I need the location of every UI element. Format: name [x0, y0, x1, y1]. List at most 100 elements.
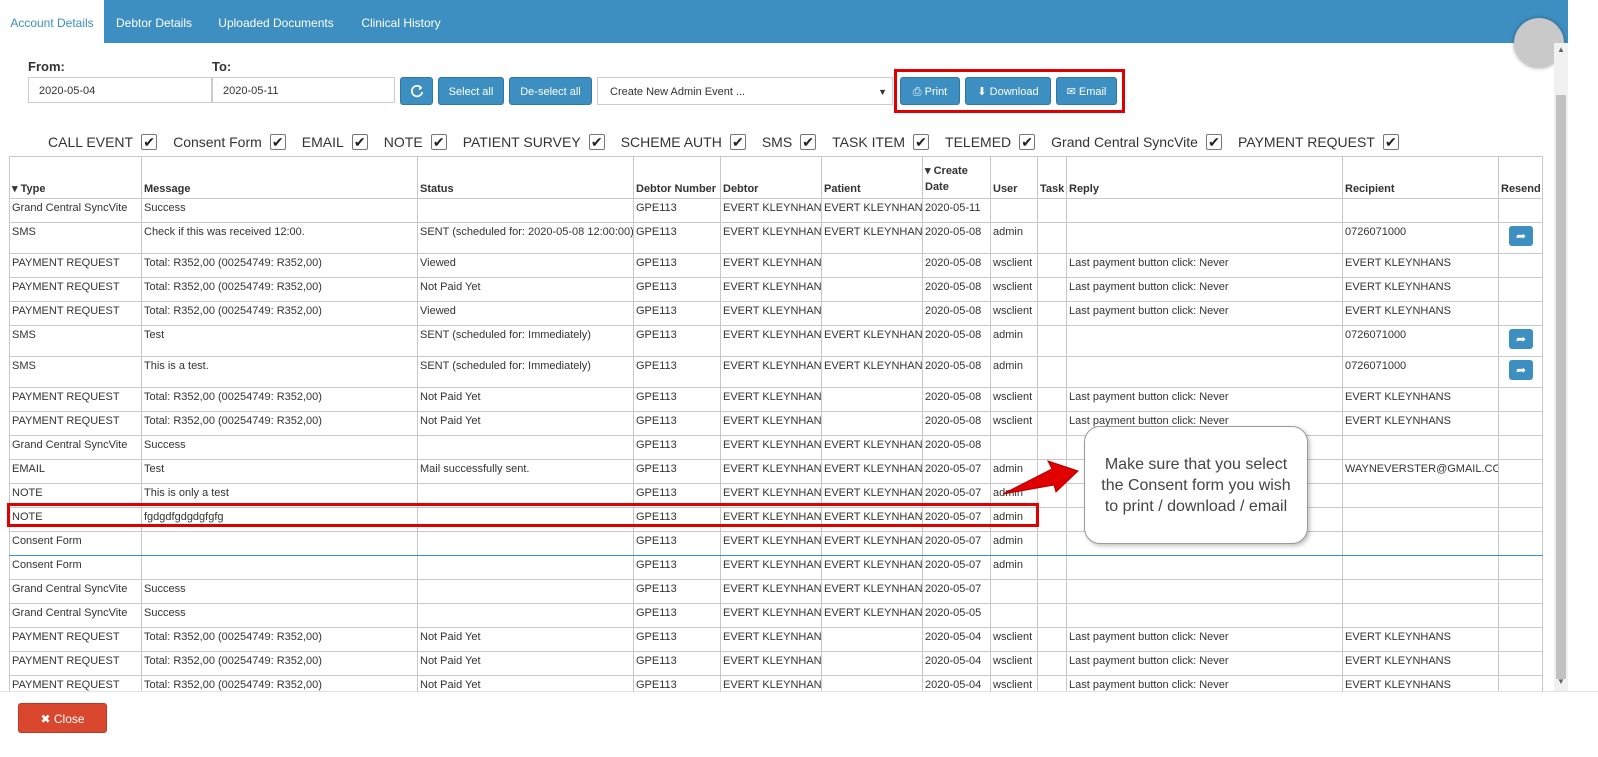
cell-status: Viewed [417, 301, 634, 326]
cell-debtor: EVERT KLEYNHANS [720, 277, 822, 302]
col-header-task[interactable]: Task [1037, 156, 1067, 199]
cell-type: NOTE [9, 483, 142, 508]
filter-checkbox[interactable]: ✔ [1019, 134, 1036, 150]
tab-bar: Account Details Debtor Details Uploaded … [0, 0, 1568, 43]
filter-checkbox[interactable]: ✔ [1205, 134, 1222, 150]
share-icon[interactable]: ➦ [1509, 329, 1533, 349]
tab-account-details[interactable]: Account Details [0, 0, 104, 43]
table-row[interactable]: Consent Form GPE113 EVERT KLEYNHANS EVERT K… [9, 555, 1543, 580]
deselect-all-button[interactable]: De-select all [509, 77, 592, 105]
table-row[interactable]: PAYMENT REQUESTTotal: R352,00 (00254749:… [9, 651, 1543, 676]
col-header-user[interactable]: User [990, 156, 1038, 199]
select-all-button[interactable]: Select all [438, 77, 504, 105]
table-row[interactable]: EMAIL Test Mail successfully sent. GPE113 EV… [9, 459, 1543, 484]
cell-patient: EVERT KLEYNHANS [821, 507, 923, 532]
filter-checkbox[interactable]: ✔ [351, 134, 368, 150]
refresh-button[interactable] [400, 77, 433, 105]
tab-clinical-history[interactable]: Clinical History [348, 0, 454, 43]
col-header-debtor[interactable]: Debtor [720, 156, 822, 199]
table-row[interactable]: PAYMENT REQUESTTotal: R352,00 (00254749:… [9, 387, 1543, 412]
scroll-down-icon[interactable]: ▼ [1557, 677, 1565, 686]
col-header-type[interactable]: ▾ Type [9, 156, 142, 199]
vertical-scrollbar[interactable]: ▲ ▼ [1554, 43, 1568, 691]
cell-recipient: EVERT KLEYNHANS [1342, 651, 1499, 676]
table-row[interactable]: SMS Test SENT (scheduled for: Immediately)… [9, 325, 1543, 357]
from-date-input[interactable]: 2020-05-04 [28, 77, 212, 103]
col-header-recipient[interactable]: Recipient [1342, 156, 1499, 199]
table-row[interactable]: PAYMENT REQUESTTotal: R352,00 (00254749:… [9, 411, 1543, 436]
table-row[interactable]: Grand Central SyncViteSuccessGPE113EVERT… [9, 603, 1543, 628]
cell-patient [821, 253, 923, 278]
filter-checkbox[interactable]: ✔ [588, 134, 605, 150]
filter-label: TELEMED [945, 134, 1012, 150]
cell-type: SMS [9, 356, 142, 388]
cell-debtor-number: GPE113 [633, 459, 721, 484]
table-row[interactable]: PAYMENT REQUESTTotal: R352,00 (00254749:… [9, 627, 1543, 652]
cell-date: 2020-05-08 [922, 301, 991, 326]
table-row[interactable]: PAYMENT REQUESTTotal: R352,00 (00254749:… [9, 253, 1543, 278]
cell-recipient [1342, 198, 1499, 223]
cell-date: 2020-05-07 [922, 483, 991, 508]
table-row[interactable]: NOTE This is only a test GPE113 EVERT KLEYN… [9, 483, 1543, 508]
to-date-input[interactable]: 2020-05-11 [212, 77, 395, 103]
col-header-resend[interactable]: Resend [1498, 156, 1543, 199]
cell-type: EMAIL [9, 459, 142, 484]
chevron-down-icon: ▼ [878, 87, 887, 97]
cell-date: 2020-05-08 [922, 387, 991, 412]
download-button[interactable]: ⬇ Download [965, 77, 1051, 105]
table-row[interactable]: SMS Check if this was received 12:00. SENT… [9, 222, 1543, 254]
share-icon[interactable]: ➦ [1509, 226, 1533, 246]
close-button[interactable]: ✖ Close [18, 703, 107, 733]
cell-date: 2020-05-08 [922, 222, 991, 254]
scroll-thumb[interactable] [1556, 95, 1566, 679]
cell-message [141, 555, 418, 580]
table-row[interactable]: Grand Central SyncViteSuccessGPE113EVERT… [9, 198, 1543, 223]
share-icon[interactable]: ➦ [1509, 360, 1533, 380]
filter-checkbox[interactable]: ✔ [141, 134, 158, 150]
cell-task [1037, 325, 1067, 357]
table-row[interactable]: Grand Central SyncViteSuccessGPE113EVERT… [9, 435, 1543, 460]
cell-patient: EVERT KLEYNHANS [821, 459, 923, 484]
filter-checkbox[interactable]: ✔ [800, 134, 817, 150]
cell-debtor: EVERT KLEYNHANS [720, 301, 822, 326]
col-header-message[interactable]: Message [141, 156, 418, 199]
cell-message: Total: R352,00 (00254749: R352,00) [141, 301, 418, 326]
table-row[interactable]: PAYMENT REQUESTTotal: R352,00 (00254749:… [9, 277, 1543, 302]
filter-checkbox[interactable]: ✔ [729, 134, 746, 150]
col-header-create-date[interactable]: ▾ Create Date [922, 156, 991, 199]
cell-message: Total: R352,00 (00254749: R352,00) [141, 277, 418, 302]
col-header-patient[interactable]: Patient [821, 156, 923, 199]
cell-debtor-number: GPE113 [633, 627, 721, 652]
scroll-up-icon[interactable]: ▲ [1557, 45, 1565, 54]
table-row[interactable]: Grand Central SyncViteSuccessGPE113EVERT… [9, 579, 1543, 604]
cell-status [417, 531, 634, 556]
cell-patient: EVERT KLEYNHANS [821, 435, 923, 460]
tab-debtor-details[interactable]: Debtor Details [104, 0, 204, 43]
tab-uploaded-documents[interactable]: Uploaded Documents [204, 0, 348, 43]
col-header-status[interactable]: Status [417, 156, 634, 199]
filter-checkbox[interactable]: ✔ [1382, 134, 1399, 150]
cell-message: This is a test. [141, 356, 418, 388]
filter-checkbox[interactable]: ✔ [913, 134, 930, 150]
filter-label: PAYMENT REQUEST [1237, 134, 1375, 150]
cell-task [1037, 301, 1067, 326]
filter-checkbox[interactable]: ✔ [269, 134, 286, 150]
refresh-icon [410, 84, 423, 98]
table-row[interactable]: NOTE fgdgdfgdgdgfgfg GPE113 EVERT KLEYNHANS… [9, 507, 1543, 532]
sort-chevron-icon: ▾ [925, 165, 931, 177]
table-row[interactable]: SMS This is a test. SENT (scheduled for: I… [9, 356, 1543, 388]
table-row[interactable]: PAYMENT REQUESTTotal: R352,00 (00254749:… [9, 301, 1543, 326]
cell-user: admin [990, 325, 1038, 357]
cell-status [417, 483, 634, 508]
col-header-reply[interactable]: Reply [1066, 156, 1343, 199]
admin-event-select[interactable]: Create New Admin Event ... ▼ [597, 77, 893, 105]
table-row[interactable]: Consent Form GPE113 EVERT KLEYNHANS EVERT K… [9, 531, 1543, 556]
table-header-row: ▾ Type Message Status Debtor Number Debt… [9, 156, 1543, 199]
close-label: Close [53, 712, 85, 726]
email-button[interactable]: ✉ Email [1056, 77, 1117, 105]
cell-task [1037, 603, 1067, 628]
filter-checkbox[interactable]: ✔ [430, 134, 447, 150]
print-button[interactable]: ⎙ Print [900, 77, 960, 105]
col-header-debtor-number[interactable]: Debtor Number [633, 156, 721, 199]
cell-debtor: EVERT KLEYNHANS [720, 531, 822, 556]
